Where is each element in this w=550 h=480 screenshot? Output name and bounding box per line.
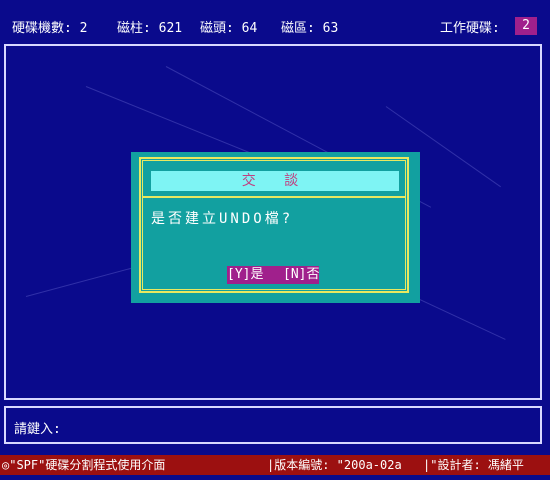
command-input[interactable] [72, 416, 236, 436]
dialog-title: 交 談 [151, 171, 399, 191]
version-info: |版本編號: "200a-02a [267, 458, 402, 472]
cylinders: 磁柱: 621 [117, 21, 183, 36]
no-button[interactable]: [N]否 [283, 266, 319, 284]
prompt-label: 請鍵入: [14, 422, 61, 437]
undo-dialog: 交 談 是否建立UNDO檔? [Y]是 [N]否 [131, 152, 420, 303]
yes-button[interactable]: [Y]是 [227, 266, 273, 284]
work-disk-value[interactable]: 2 [515, 17, 537, 35]
heads: 磁頭: 64 [200, 21, 258, 36]
dialog-divider [142, 196, 406, 198]
disk-count: 硬碟機數: 2 [12, 21, 88, 36]
button-gap [273, 266, 283, 284]
status-bar: ◎"SPF"硬碟分割程式使用介面 |版本編號: "200a-02a |"設計者:… [0, 455, 550, 475]
work-disk-label: 工作硬碟: [440, 21, 500, 36]
dialog-message: 是否建立UNDO檔? [151, 211, 294, 227]
sectors: 磁區: 63 [281, 21, 339, 36]
program-title: ◎"SPF"硬碟分割程式使用介面 [2, 458, 166, 472]
top-info-bar: 硬碟機數: 2 磁柱: 621 磁頭: 64 磁區: 63 工作硬碟: 2 [0, 0, 550, 40]
author-info: |"設計者: 馮緒平 [423, 458, 524, 472]
